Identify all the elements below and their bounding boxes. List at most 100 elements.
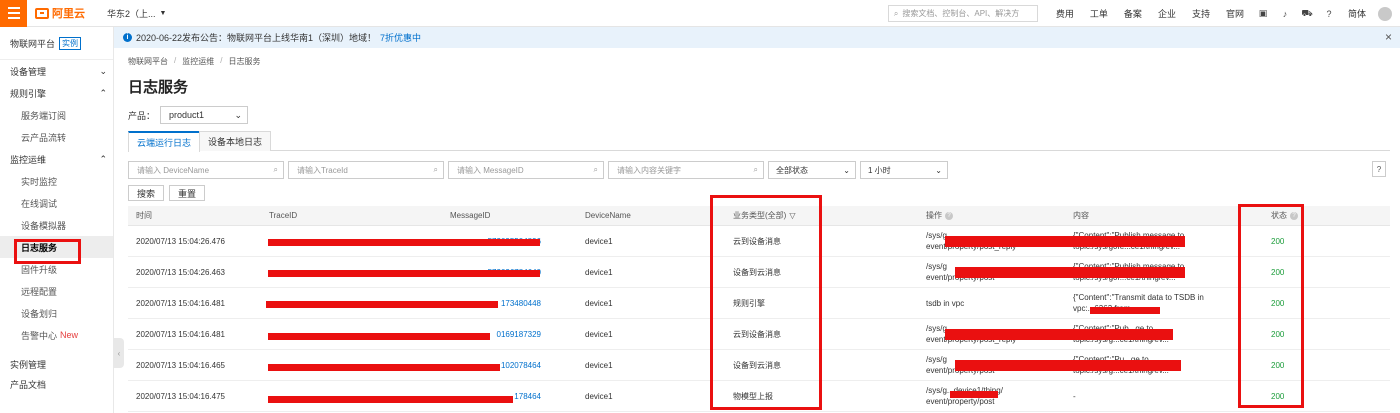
messageid-link[interactable]: 0169187329 — [497, 330, 542, 339]
trace-id-input[interactable]: 请输入TraceId ⌕ — [288, 161, 444, 179]
product-select[interactable]: product1 ⌄ — [160, 106, 249, 124]
announcement-bar: i 2020-06-22发布公告：物联网平台上线华南1（深圳）地域！ 7折优惠中… — [114, 27, 1400, 48]
global-search-input[interactable]: ⌕ 搜索文档、控制台、API、解决方 — [887, 5, 1038, 22]
top-link-billing[interactable]: 费用 — [1048, 7, 1082, 20]
time-range-value: 1 小时 — [868, 165, 891, 175]
tab-cloud-log[interactable]: 云端运行日志 — [128, 131, 201, 152]
caret-down-icon: ▼ — [159, 9, 167, 17]
cell-devicename: device1 — [585, 360, 613, 370]
tab-device-local-log[interactable]: 设备本地日志 — [199, 131, 272, 151]
close-icon[interactable]: × — [1385, 30, 1392, 44]
sidebar-item-server-subscription[interactable]: 服务端订阅 — [0, 104, 113, 126]
announcement-text: 2020-06-22发布公告：物联网平台上线华南1（深圳）地域！ — [136, 33, 377, 43]
search-button[interactable]: 搜索 — [128, 185, 165, 201]
redaction-mark — [268, 239, 540, 246]
cell-time: 2020/07/13 15:04:16.465 — [136, 360, 225, 370]
sidebar: 物联网平台 实例 设备管理 ⌄ 规则引擎 ⌃ 服务端订阅 云产品流转 监控运维 … — [0, 27, 114, 413]
language-switch[interactable]: 简体 — [1340, 7, 1374, 20]
sidebar-group-label: 监控运维 — [10, 154, 47, 165]
sidebar-item-remote-config[interactable]: 远程配置 — [0, 280, 113, 302]
new-badge: New — [60, 330, 79, 340]
breadcrumb-separator: / — [220, 56, 223, 65]
column-header-time: 时间 — [136, 211, 152, 220]
product-select-value: product1 — [169, 110, 205, 120]
aliyun-logo[interactable]: 阿里云 — [35, 5, 85, 21]
cell-operation: tsdb in vpc — [926, 288, 1066, 318]
sidebar-item-product-docs[interactable]: 产品文档 — [0, 374, 113, 394]
region-selector[interactable]: 华东2（上... ▼ — [107, 7, 166, 20]
sidebar-group-monitoring[interactable]: 监控运维 ⌃ — [0, 148, 113, 170]
log-tabs: 云端运行日志 设备本地日志 — [128, 131, 1390, 152]
logo-text: 阿里云 — [52, 8, 85, 20]
redaction-mark — [268, 364, 500, 371]
reset-button[interactable]: 重置 — [169, 185, 206, 201]
cell-time: 2020/07/13 15:04:16.481 — [136, 298, 225, 308]
breadcrumb-item-current: 日志服务 — [228, 57, 261, 66]
sidebar-group-label: 设备管理 — [10, 66, 47, 77]
breadcrumb-item[interactable]: 监控运维 — [182, 56, 214, 67]
operation-line: /sys/g — [926, 231, 947, 240]
time-range-select[interactable]: 1 小时 ⌄ — [860, 161, 948, 179]
sidebar-collapse-handle[interactable]: ‹ — [114, 338, 124, 368]
chevron-down-icon: ⌄ — [843, 165, 850, 175]
redaction-mark — [955, 360, 1181, 371]
redaction-mark — [268, 396, 513, 403]
sidebar-item-alarm-center[interactable]: 告警中心 New — [0, 324, 113, 346]
top-link-website[interactable]: 官网 — [1218, 7, 1252, 20]
top-links: 费用 工单 备案 企业 支持 官网 — [1048, 7, 1252, 20]
sidebar-item-instance-management[interactable]: 实例管理 — [0, 354, 113, 374]
content-line: - — [1073, 391, 1076, 401]
help-icon[interactable]: ? — [945, 211, 953, 220]
status-select[interactable]: 全部状态 ⌄ — [768, 161, 856, 179]
top-link-support[interactable]: 支持 — [1184, 7, 1218, 20]
instance-tag[interactable]: 实例 — [59, 36, 82, 50]
cell-devicename: device1 — [585, 391, 613, 401]
annotation-box — [14, 239, 81, 264]
top-link-enterprise[interactable]: 企业 — [1150, 7, 1184, 20]
terminal-icon[interactable]: ▣ — [1252, 8, 1274, 19]
help-button[interactable]: ? — [1372, 161, 1386, 177]
operation-line: /sys/g — [926, 355, 947, 364]
sidebar-item-device-simulator[interactable]: 设备模拟器 — [0, 214, 113, 236]
search-icon: ⌕ — [753, 165, 758, 174]
operation-line: /sys/g — [926, 324, 947, 333]
sidebar-item-realtime-monitor[interactable]: 实时监控 — [0, 170, 113, 192]
messageid-link[interactable]: 178464 — [514, 392, 541, 401]
column-header-messageid: MessageID — [450, 211, 491, 220]
keyword-input[interactable]: 请输入内容关键字 ⌕ — [608, 161, 764, 179]
avatar[interactable] — [1378, 6, 1392, 21]
device-name-input[interactable]: 请输入 DeviceName ⌕ — [128, 161, 284, 179]
product-filter: 产品： product1 ⌄ — [128, 106, 249, 124]
sidebar-item-online-debug[interactable]: 在线调试 — [0, 192, 113, 214]
top-icons: ▣ ♪ ⛟ ? — [1252, 8, 1340, 20]
sidebar-item-device-allocation[interactable]: 设备划归 — [0, 302, 113, 324]
message-id-input[interactable]: 请输入 MessageID ⌕ — [448, 161, 604, 179]
info-icon: i — [123, 33, 132, 42]
top-link-ticket[interactable]: 工单 — [1082, 7, 1116, 20]
cell-devicename: device1 — [585, 329, 613, 339]
top-link-icp[interactable]: 备案 — [1116, 7, 1150, 20]
top-navbar: 阿里云 华东2（上... ▼ ⌕ 搜索文档、控制台、API、解决方 费用 工单 … — [0, 0, 1400, 27]
sidebar-group-device[interactable]: 设备管理 ⌄ — [0, 60, 113, 82]
cell-devicename: device1 — [585, 236, 613, 246]
menu-icon[interactable] — [0, 0, 27, 27]
cell-time: 2020/07/13 15:04:16.475 — [136, 391, 225, 401]
help-icon[interactable]: ? — [1318, 9, 1340, 19]
bell-icon[interactable]: ♪ — [1274, 9, 1296, 19]
chevron-down-icon: ⌄ — [99, 65, 107, 76]
cell-devicename: device1 — [585, 298, 613, 308]
cart-icon[interactable]: ⛟ — [1296, 8, 1318, 20]
product-label: 产品： — [128, 110, 156, 121]
cell-time: 2020/07/13 15:04:26.463 — [136, 267, 225, 277]
sidebar-group-rules[interactable]: 规则引擎 ⌃ — [0, 82, 113, 104]
messageid-link[interactable]: 102078464 — [501, 361, 541, 370]
messageid-link[interactable]: 173480448 — [501, 299, 541, 308]
search-icon: ⌕ — [593, 165, 598, 174]
announcement-link[interactable]: 7折优惠中 — [380, 31, 421, 44]
cell-time: 2020/07/13 15:04:26.476 — [136, 236, 225, 246]
breadcrumb-item[interactable]: 物联网平台 — [128, 56, 168, 67]
sidebar-item-data-forwarding[interactable]: 云产品流转 — [0, 126, 113, 148]
annotation-box — [1238, 204, 1304, 408]
redaction-mark — [945, 236, 1185, 247]
trace-id-placeholder: 请输入TraceId — [297, 165, 348, 175]
